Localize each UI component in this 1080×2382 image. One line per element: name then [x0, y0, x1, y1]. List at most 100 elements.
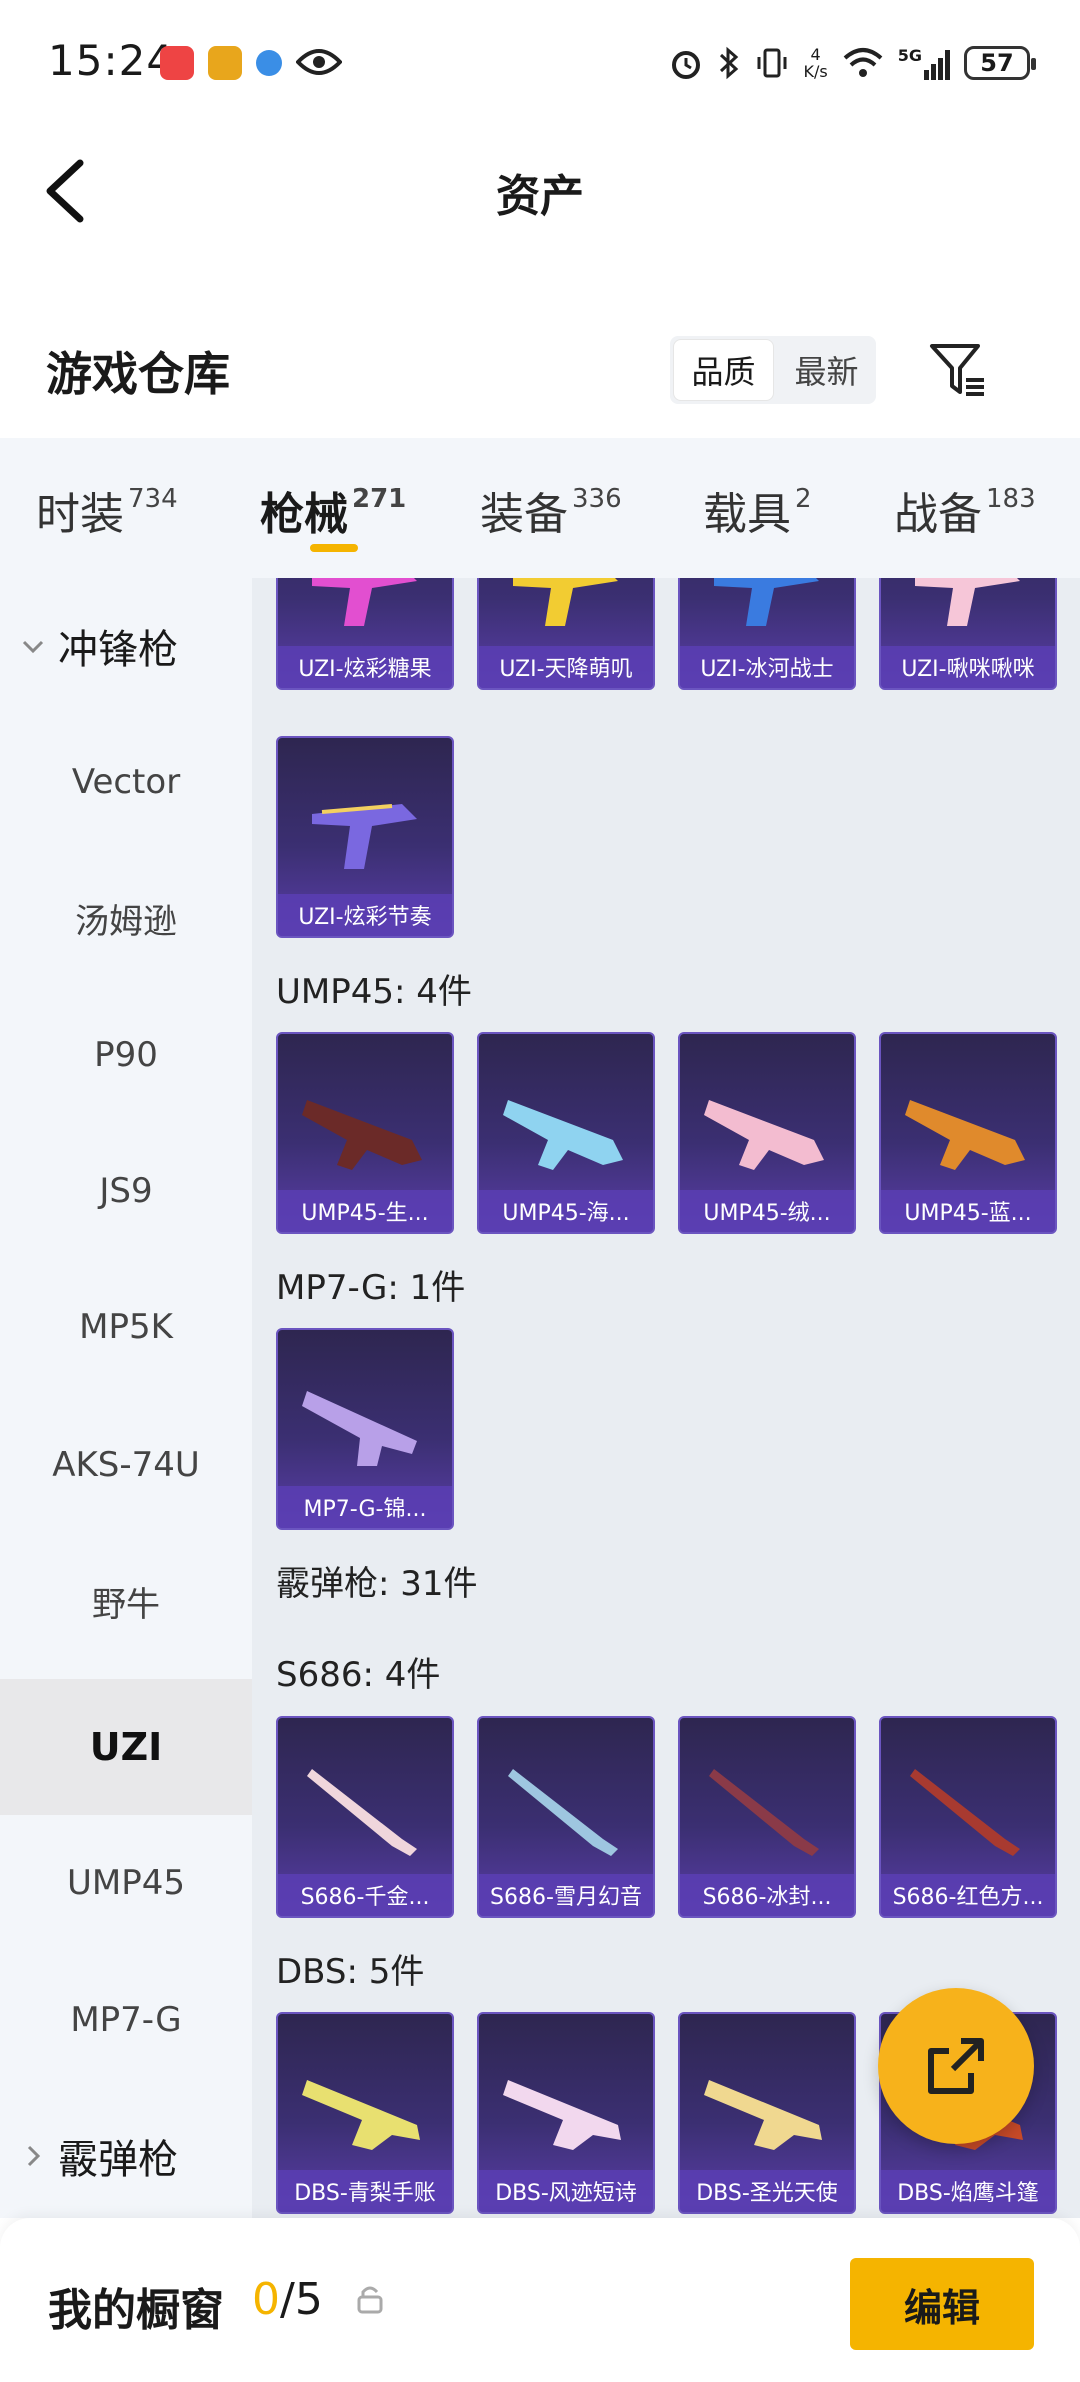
bluetooth-icon — [719, 46, 738, 80]
sidebar-item-uzi[interactable]: UZI — [0, 1679, 252, 1815]
showcase-label: 我的橱窗 — [48, 2285, 224, 2336]
uzi-skin-icon — [714, 578, 819, 626]
tab-fashion[interactable]: 时装 734 — [36, 478, 178, 542]
tab-equipment[interactable]: 装备 336 — [480, 478, 622, 542]
skin-card[interactable]: UZI-炫彩节奏 — [276, 736, 454, 938]
dbs-skin-icon — [302, 2080, 420, 2150]
sidebar-item-mp7g[interactable]: MP7-G — [0, 1952, 252, 2088]
skin-name: S686-千金... — [278, 1874, 452, 1916]
s686-skin-icon — [709, 1769, 819, 1856]
category-tabs: 时装 734 枪械 271 装备 336 载具 2 战备 183 — [0, 438, 1080, 578]
chevron-right-icon — [27, 2145, 41, 2167]
uzi-skin-icon — [312, 804, 417, 869]
skin-card[interactable]: DBS-风迹短诗 — [477, 2012, 655, 2214]
skin-name: UMP45-生... — [278, 1190, 452, 1232]
showcase-bar: 我的橱窗 0/5 编辑 — [0, 2218, 1080, 2382]
skin-card[interactable]: S686-红色方... — [879, 1716, 1057, 1918]
uzi-skin-icon — [513, 578, 618, 626]
skin-name: S686-冰封... — [680, 1874, 854, 1916]
section-title: 游戏仓库 — [46, 347, 230, 401]
share-external-icon — [928, 2038, 984, 2094]
sidebar-item-ump45[interactable]: UMP45 — [0, 1815, 252, 1951]
uzi-skin-icon — [312, 578, 417, 626]
cellular-signal: 5G — [898, 46, 950, 80]
group-label-s686: S686: 4件 — [276, 1655, 441, 1695]
skin-name: UMP45-蓝... — [881, 1190, 1055, 1232]
sidebar-item-mp5k[interactable]: MP5K — [0, 1259, 252, 1395]
skin-card[interactable]: UMP45-生... — [276, 1032, 454, 1234]
s686-skin-icon — [307, 1769, 417, 1856]
skin-name: DBS-焰鹰斗篷 — [881, 2170, 1055, 2212]
skin-name: UZI-炫彩节奏 — [278, 894, 452, 936]
skin-name: UMP45-绒... — [680, 1190, 854, 1232]
share-button[interactable] — [878, 1988, 1034, 2144]
warehouse-header: 游戏仓库 品质 最新 — [0, 318, 1080, 438]
s686-skin-icon — [508, 1769, 618, 1856]
skin-card[interactable]: DBS-圣光天使 — [678, 2012, 856, 2214]
battery-indicator: 57 — [964, 46, 1036, 80]
skin-card[interactable]: UZI-天降萌叽 — [477, 578, 655, 690]
dbs-skin-icon — [503, 2080, 621, 2150]
tab-firearms[interactable]: 枪械 271 — [260, 478, 406, 542]
skin-name: UZI-啾咪啾咪 — [881, 646, 1055, 688]
weapon-grid: UZI-炫彩糖果 UZI-天降萌叽 UZI-冰河战士 UZI-啾咪啾咪 UZI-… — [252, 578, 1080, 2218]
sort-toggle: 品质 最新 — [670, 336, 876, 404]
dbs-skin-icon — [704, 2080, 822, 2150]
skin-name: DBS-风迹短诗 — [479, 2170, 653, 2212]
ump45-skin-icon — [302, 1100, 422, 1170]
tab-label: 载具 — [703, 489, 791, 540]
skin-card[interactable]: UMP45-海... — [477, 1032, 655, 1234]
network-type: 5G — [897, 46, 922, 65]
skin-card[interactable]: UZI-啾咪啾咪 — [879, 578, 1057, 690]
tab-count: 183 — [986, 484, 1036, 514]
skin-name: UZI-炫彩糖果 — [278, 646, 452, 688]
skin-name: DBS-圣光天使 — [680, 2170, 854, 2212]
status-bar: 15:24 4 K/s 5G 57 — [0, 0, 1080, 125]
s686-skin-icon — [910, 1769, 1020, 1856]
status-time: 15:24 — [48, 36, 175, 85]
network-speed-value: 4 — [810, 45, 821, 64]
mp7g-skin-icon — [302, 1391, 417, 1466]
skin-card[interactable]: UMP45-绒... — [678, 1032, 856, 1234]
showcase-total: /5 — [280, 2274, 323, 2325]
group-label-mp7g: MP7-G: 1件 — [276, 1268, 466, 1308]
ump45-skin-icon — [503, 1100, 623, 1170]
skin-card[interactable]: DBS-青梨手账 — [276, 2012, 454, 2214]
active-tab-indicator — [310, 544, 358, 552]
sidebar-item-vector[interactable]: Vector — [0, 714, 252, 850]
skin-card[interactable]: MP7-G-锦... — [276, 1328, 454, 1530]
ump45-skin-icon — [704, 1100, 824, 1170]
skin-name: DBS-青梨手账 — [278, 2170, 452, 2212]
sidebar-item-bizon[interactable]: 野牛 — [0, 1533, 252, 1669]
filter-icon[interactable] — [928, 340, 988, 400]
skin-card[interactable]: S686-雪月幻音 — [477, 1716, 655, 1918]
edit-button[interactable]: 编辑 — [850, 2258, 1034, 2350]
tab-supplies[interactable]: 战备 183 — [894, 478, 1036, 542]
alarm-icon — [671, 51, 700, 79]
app-notification-icon — [208, 46, 242, 80]
skin-card[interactable]: S686-冰封... — [678, 1716, 856, 1918]
tab-label: 装备 — [480, 489, 568, 540]
sidebar-item-p90[interactable]: P90 — [0, 987, 252, 1123]
sort-quality-button[interactable]: 品质 — [673, 339, 774, 401]
sidebar-group-label: 霰弹枪 — [58, 2137, 178, 2183]
lock-icon — [357, 2286, 383, 2314]
skin-card[interactable]: UMP45-蓝... — [879, 1032, 1057, 1234]
tab-vehicles[interactable]: 载具 2 — [703, 478, 812, 542]
sidebar-group-smg[interactable]: 冲锋枪 — [0, 578, 252, 714]
tab-count: 271 — [352, 484, 407, 514]
skin-card[interactable]: UZI-冰河战士 — [678, 578, 856, 690]
page-title: 资产 — [496, 171, 584, 222]
sidebar-item-js9[interactable]: JS9 — [0, 1123, 252, 1259]
uzi-skin-icon — [915, 578, 1020, 626]
wifi-icon — [843, 48, 883, 77]
group-label-dbs: DBS: 5件 — [276, 1952, 425, 1992]
skin-card[interactable]: S686-千金... — [276, 1716, 454, 1918]
sidebar-item-thompson[interactable]: 汤姆逊 — [0, 850, 252, 986]
sidebar-group-shotgun[interactable]: 霰弹枪 — [0, 2088, 252, 2224]
skin-card[interactable]: UZI-炫彩糖果 — [276, 578, 454, 690]
skin-name: UMP45-海... — [479, 1190, 653, 1232]
sidebar-item-aks74u[interactable]: AKS-74U — [0, 1397, 252, 1533]
sort-latest-button[interactable]: 最新 — [777, 336, 876, 404]
app-notification-icon — [256, 50, 282, 76]
